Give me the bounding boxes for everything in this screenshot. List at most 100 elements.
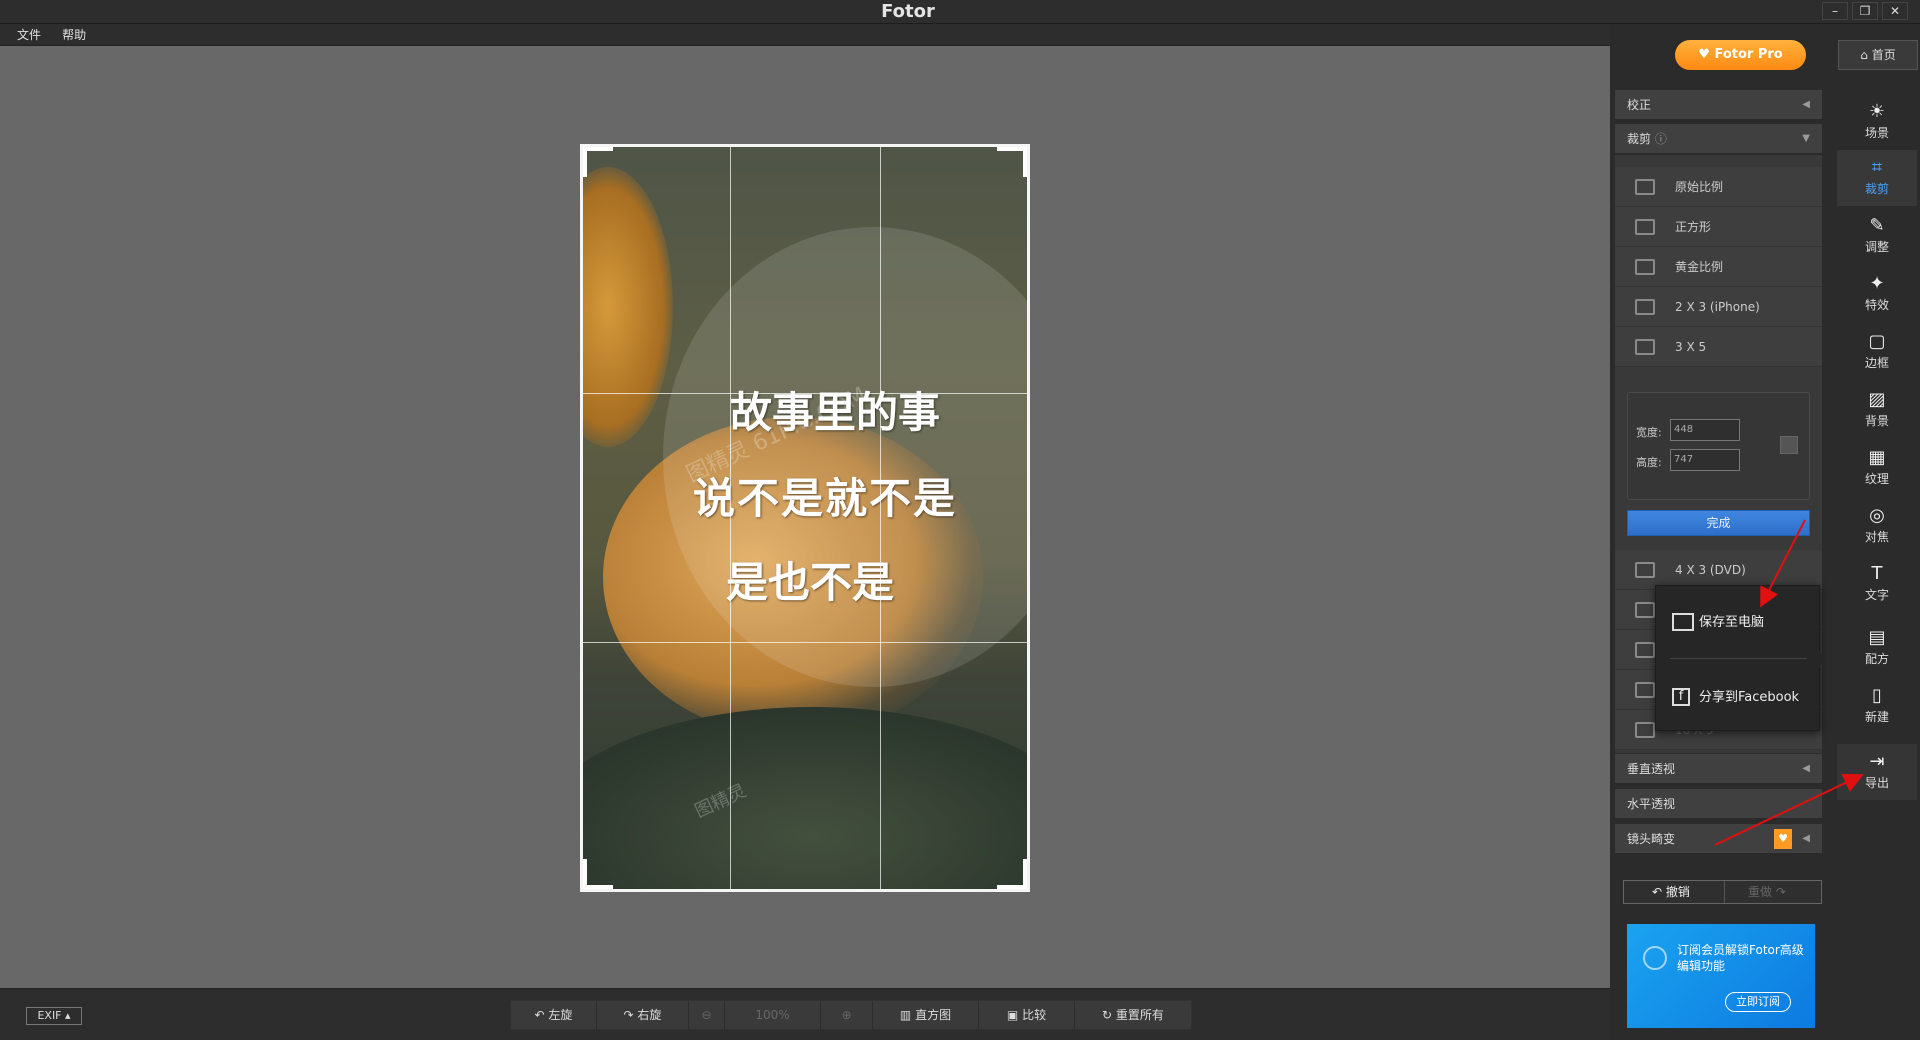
rotate-left-icon: ↶ xyxy=(534,1008,549,1022)
rotate-right-button[interactable]: ↷ 右旋 xyxy=(597,1001,689,1029)
sidebar-recipe[interactable]: ▤ 配方 xyxy=(1837,620,1917,676)
crop-option-original[interactable]: 原始比例 xyxy=(1615,167,1822,207)
width-label: 宽度: xyxy=(1636,426,1662,439)
help-icon[interactable]: ⓘ xyxy=(1655,132,1667,146)
popup-pointer xyxy=(1819,651,1827,667)
reset-icon: ↻ xyxy=(1102,1008,1116,1022)
zoom-out-icon[interactable]: ⊖ xyxy=(689,1001,725,1029)
sidebar-text[interactable]: T 文字 xyxy=(1837,556,1917,612)
adjust-icon: ✎ xyxy=(1869,215,1885,236)
sidebar-texture[interactable]: ▦ 纹理 xyxy=(1837,440,1917,496)
crop-option-golden[interactable]: 黄金比例 xyxy=(1615,247,1822,287)
focus-icon: ◎ xyxy=(1869,505,1885,526)
crop-grid-line xyxy=(583,393,1027,394)
crop-option-square[interactable]: 正方形 xyxy=(1615,207,1822,247)
crop-handle-top-left[interactable] xyxy=(583,147,613,177)
fotor-pro-button[interactable]: ♥ Fotor Pro xyxy=(1675,40,1806,70)
crop-option-label: 4 X 3 (DVD) xyxy=(1675,563,1746,577)
compare-button[interactable]: ▣ 比较 xyxy=(979,1001,1075,1029)
title-bar: Fotor – ❐ ✕ xyxy=(0,0,1920,24)
sidebar-effects[interactable]: ✦ 特效 xyxy=(1837,266,1917,322)
crop-option-4x3[interactable]: 4 X 3 (DVD) xyxy=(1615,550,1822,590)
histogram-icon: ▥ xyxy=(899,1008,916,1022)
ratio-icon xyxy=(1635,682,1655,698)
crop-option-label: 原始比例 xyxy=(1675,180,1724,194)
section-label: 水平透视 xyxy=(1627,797,1676,811)
height-label: 高度: xyxy=(1636,456,1662,469)
undo-button[interactable]: ↶ 撤销 xyxy=(1652,881,1690,903)
reset-all-label: 重置所有 xyxy=(1115,1008,1164,1022)
sidebar-frames[interactable]: ▢ 边框 xyxy=(1837,324,1917,380)
done-button[interactable]: 完成 xyxy=(1627,510,1810,536)
recipe-icon: ▤ xyxy=(1868,627,1886,648)
menu-help[interactable]: 帮助 xyxy=(62,24,86,46)
home-button[interactable]: ⌂ 首页 xyxy=(1838,40,1918,70)
sidebar-focus[interactable]: ◎ 对焦 xyxy=(1837,498,1917,554)
export-popup: 保存至电脑 f 分享到Facebook xyxy=(1655,585,1827,731)
ratio-icon xyxy=(1635,339,1655,355)
rotate-left-button[interactable]: ↶ 左旋 xyxy=(511,1001,597,1029)
sidebar-new[interactable]: ▯ 新建 xyxy=(1837,678,1917,734)
subscription-ad[interactable]: 订阅会员解锁Fotor高级编辑功能 立即订阅 xyxy=(1627,924,1815,1028)
height-input[interactable]: 747 xyxy=(1670,449,1740,471)
section-horizontal-perspective[interactable]: 水平透视 xyxy=(1615,789,1822,819)
ad-icon xyxy=(1643,946,1667,970)
sidebar-export[interactable]: ⇥ 导出 xyxy=(1837,744,1917,800)
ad-subscribe-button[interactable]: 立即订阅 xyxy=(1725,992,1791,1012)
texture-icon: ▦ xyxy=(1868,447,1886,468)
photo-text-line-3: 是也不是 xyxy=(725,558,894,607)
ad-text: 订阅会员解锁Fotor高级编辑功能 xyxy=(1677,943,1804,973)
sidebar-background[interactable]: ▨ 背景 xyxy=(1837,382,1917,438)
minimize-button[interactable]: – xyxy=(1822,2,1848,20)
save-to-pc-item[interactable]: 保存至电脑 xyxy=(1656,603,1821,643)
width-input[interactable]: 448 xyxy=(1670,419,1740,441)
close-button[interactable]: ✕ xyxy=(1882,2,1908,20)
sidebar-crop[interactable]: ⌗ 裁剪 xyxy=(1837,150,1917,206)
section-label: 垂直透视 xyxy=(1627,762,1676,776)
view-tools: ↶ 左旋 ↷ 右旋 ⊖ 100% ⊕ ▥ 直方图 ▣ 比较 ↻ 重置所有 xyxy=(510,1000,1192,1030)
home-label: 首页 xyxy=(1871,48,1896,62)
reset-all-button[interactable]: ↻ 重置所有 xyxy=(1075,1001,1191,1029)
section-label: 校正 xyxy=(1627,98,1652,112)
crop-handle-bottom-left[interactable] xyxy=(583,859,613,889)
background-icon: ▨ xyxy=(1868,389,1886,410)
crop-handle-top-right[interactable] xyxy=(997,147,1027,177)
share-facebook-item[interactable]: f 分享到Facebook xyxy=(1656,678,1821,718)
compare-label: 比较 xyxy=(1022,1008,1047,1022)
photo-text-line-2: 说不是就不是 xyxy=(692,474,957,523)
crop-option-2x3[interactable]: 2 X 3 (iPhone) xyxy=(1615,287,1822,327)
frame-icon: ▢ xyxy=(1868,331,1886,352)
effects-icon: ✦ xyxy=(1869,273,1885,294)
crop-handle-bottom-right[interactable] xyxy=(997,859,1027,889)
section-correction[interactable]: 校正 ◀ xyxy=(1615,90,1822,120)
sidebar-scene[interactable]: ☀ 场景 xyxy=(1837,94,1917,150)
lock-ratio-icon[interactable] xyxy=(1780,436,1798,454)
exif-button[interactable]: EXIF ▴ xyxy=(26,1007,82,1025)
sidebar-adjust[interactable]: ✎ 调整 xyxy=(1837,208,1917,264)
zoom-in-icon[interactable]: ⊕ xyxy=(821,1001,873,1029)
histogram-button[interactable]: ▥ 直方图 xyxy=(873,1001,979,1029)
section-label: 裁剪 xyxy=(1627,132,1652,146)
crop-grid-line xyxy=(880,147,881,889)
crop-grid-line xyxy=(583,642,1027,643)
sidebar-label: 边框 xyxy=(1864,356,1889,370)
crop-option-label: 正方形 xyxy=(1675,220,1712,234)
menu-item-label: 保存至电脑 xyxy=(1699,615,1765,630)
section-vertical-perspective[interactable]: 垂直透视 ◀ xyxy=(1615,754,1822,784)
ratio-icon xyxy=(1635,602,1655,618)
export-icon: ⇥ xyxy=(1869,751,1885,772)
crop-option-3x5[interactable]: 3 X 5 xyxy=(1615,327,1822,367)
zoom-level: 100% xyxy=(725,1001,821,1029)
photo-crop-area[interactable]: 图精灵 61PIC.COM 图精灵 故事里的事 说不是就不是 是也不是 xyxy=(580,144,1030,892)
restore-button[interactable]: ❐ xyxy=(1852,2,1878,20)
crop-option-label: 2 X 3 (iPhone) xyxy=(1675,300,1760,314)
sidebar-label: 导出 xyxy=(1864,776,1889,790)
new-file-icon: ▯ xyxy=(1872,685,1882,706)
redo-button[interactable]: 重做 ↷ xyxy=(1748,881,1786,903)
section-lens-distortion[interactable]: 镜头畸变 ♥ ◀ xyxy=(1615,824,1822,854)
section-crop[interactable]: 裁剪 ⓘ ▼ xyxy=(1615,124,1822,154)
pro-badge-icon: ♥ xyxy=(1774,829,1792,849)
menu-file[interactable]: 文件 xyxy=(17,24,41,46)
sidebar-label: 配方 xyxy=(1864,652,1889,666)
scene-icon: ☀ xyxy=(1868,101,1886,122)
